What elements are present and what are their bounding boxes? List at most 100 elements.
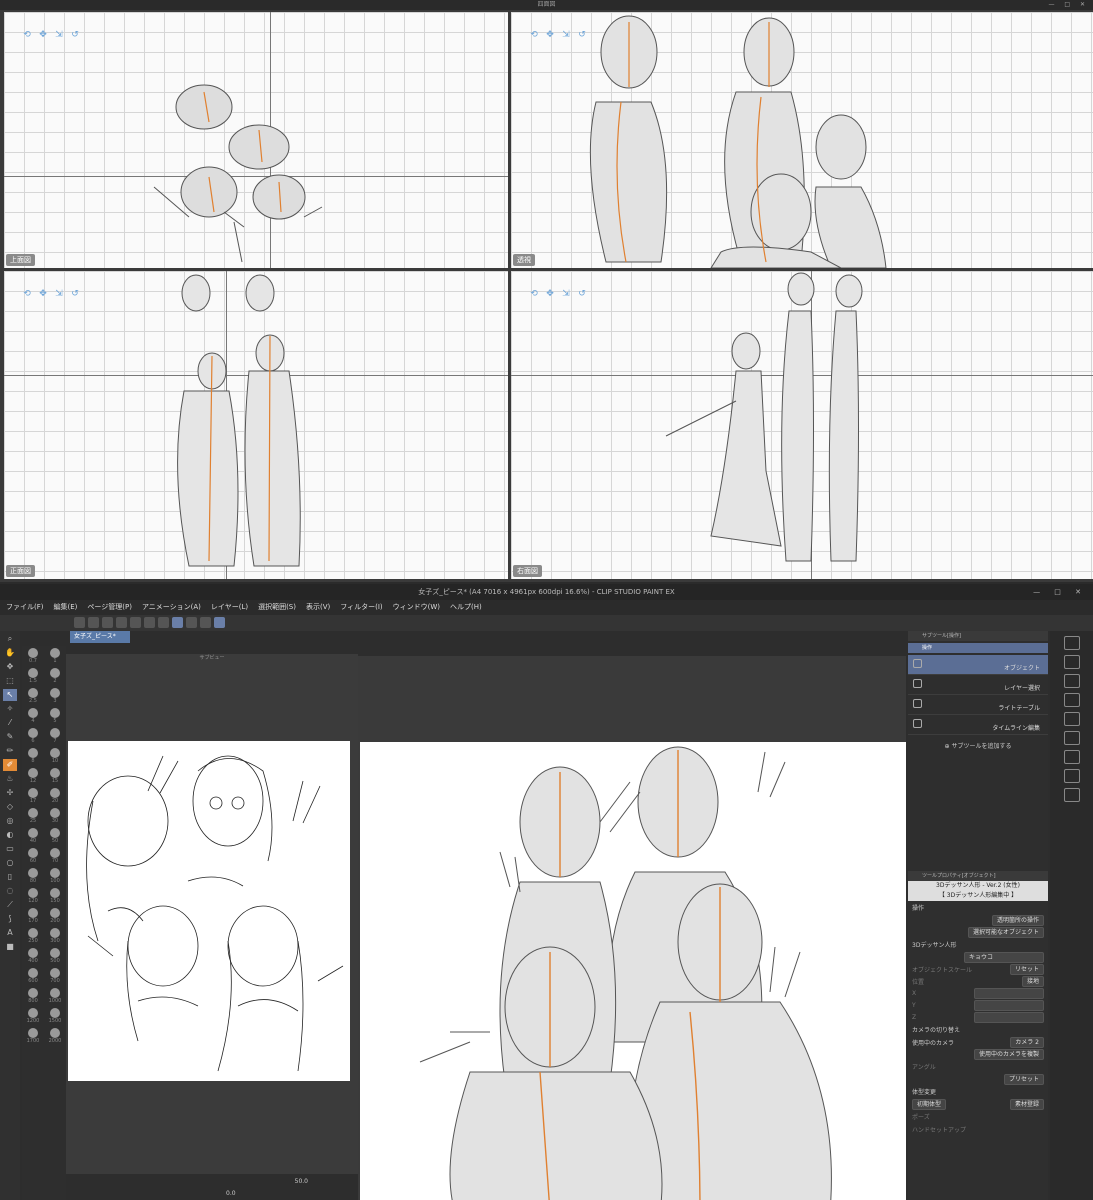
zoom-tool-icon[interactable]: ⌕	[3, 633, 17, 645]
camera-icon[interactable]	[1063, 636, 1080, 650]
brush-size-swatch[interactable]: 1700	[24, 1027, 42, 1045]
canvas-paper[interactable]	[360, 742, 906, 1200]
wand-tool-icon[interactable]: ✧	[3, 703, 17, 715]
airbrush-tool-icon[interactable]: ♨	[3, 773, 17, 785]
subtool-light-table[interactable]: ライトテーブル	[908, 695, 1048, 715]
pencil-tool-icon[interactable]: ✏	[3, 745, 17, 757]
main-canvas[interactable]	[358, 656, 906, 1200]
clear-icon[interactable]	[158, 617, 169, 628]
brush-size-swatch[interactable]: 70	[46, 847, 64, 865]
brush-size-swatch[interactable]: 300	[46, 927, 64, 945]
hand-tool-icon[interactable]: ✋	[3, 647, 17, 659]
menu-help[interactable]: ヘルプ(H)	[450, 600, 482, 615]
brush-size-swatch[interactable]: 12	[24, 767, 42, 785]
menu-layer[interactable]: レイヤー(L)	[211, 600, 248, 615]
gradient-tool-icon[interactable]: ▭	[3, 843, 17, 855]
brush-size-swatch[interactable]: 1	[46, 647, 64, 665]
brush-size-swatch[interactable]: 30	[46, 807, 64, 825]
viewport-perspective[interactable]: ⟲ ✥ ⇲ ↺ 透視	[511, 12, 1093, 268]
brush-size-swatch[interactable]: 10	[46, 747, 64, 765]
blend-tool-icon[interactable]: ◎	[3, 815, 17, 827]
brush-size-swatch[interactable]: 8	[24, 747, 42, 765]
brush-size-swatch[interactable]: 150	[46, 887, 64, 905]
folder-icon[interactable]	[1063, 750, 1080, 764]
operation-tool-icon[interactable]: ↖	[3, 689, 17, 701]
new-icon[interactable]	[88, 617, 99, 628]
layer-icon[interactable]	[1063, 674, 1080, 688]
brush-size-swatch[interactable]: 60	[24, 847, 42, 865]
menu-filter[interactable]: フィルター(I)	[340, 600, 382, 615]
subtool-layer-select[interactable]: レイヤー選択	[908, 675, 1048, 695]
z-field[interactable]	[974, 1011, 1044, 1023]
menu-selection[interactable]: 選択範囲(S)	[258, 600, 296, 615]
menu-window[interactable]: ウィンドウ(W)	[393, 600, 440, 615]
brush-size-swatch[interactable]: 1.5	[24, 667, 42, 685]
character-select[interactable]: キョウコ	[964, 951, 1044, 963]
brush-size-swatch[interactable]: 500	[46, 947, 64, 965]
fill-tool-icon[interactable]: ◐	[3, 829, 17, 841]
brush-size-swatch[interactable]: 2	[46, 667, 64, 685]
snap-icon[interactable]	[186, 617, 197, 628]
subtool-timeline-edit[interactable]: タイムライン編集	[908, 715, 1048, 735]
add-subtool-button[interactable]: ⊕ サブツールを追加する	[908, 735, 1048, 750]
brush-size-swatch[interactable]: 1500	[46, 1007, 64, 1025]
brush-size-swatch[interactable]: 40	[24, 827, 42, 845]
redo-icon[interactable]	[144, 617, 155, 628]
document-tab[interactable]: 女子ズ_ピース*	[70, 631, 130, 643]
menu-file[interactable]: ファイル(F)	[6, 600, 44, 615]
brush-size-swatch[interactable]: 4	[24, 707, 42, 725]
move-tool-icon[interactable]: ✥	[3, 661, 17, 673]
duplicate-camera-button[interactable]: 使用中のカメラを複製	[973, 1048, 1044, 1060]
zoom-value[interactable]: 50.0	[295, 1178, 308, 1185]
color-swatch-icon[interactable]: ■	[3, 941, 17, 953]
brush-size-swatch[interactable]: 800	[24, 987, 42, 1005]
decoration-tool-icon[interactable]: ✢	[3, 787, 17, 799]
brush-size-swatch[interactable]: 15	[46, 767, 64, 785]
brush-size-swatch[interactable]: 1000	[46, 987, 64, 1005]
delete-icon[interactable]	[1063, 655, 1080, 669]
selectable-object-dropdown[interactable]: 選択可能なオブジェクト	[967, 926, 1044, 938]
brush-size-swatch[interactable]: 2000	[46, 1027, 64, 1045]
line-tool-icon[interactable]: ⟋	[3, 899, 17, 911]
balloon-tool-icon[interactable]: ◌	[3, 885, 17, 897]
correct-line-tool-icon[interactable]: ⟆	[3, 913, 17, 925]
screenshot-icon[interactable]	[1063, 788, 1080, 802]
menu-edit[interactable]: 編集(E)	[54, 600, 78, 615]
rotation-value[interactable]: 0.0	[226, 1190, 236, 1197]
viewport-front[interactable]: ⟲ ✥ ⇲ ↺ 正面図	[4, 271, 508, 579]
history-icon[interactable]	[1063, 731, 1080, 745]
brush-size-swatch[interactable]: 1200	[24, 1007, 42, 1025]
brush-size-swatch[interactable]: 0.7	[24, 647, 42, 665]
brush-size-swatch[interactable]: 2.5	[24, 687, 42, 705]
brush-size-swatch[interactable]: 250	[24, 927, 42, 945]
text-tool-icon[interactable]: A	[3, 927, 17, 939]
brush-size-swatch[interactable]: 170	[24, 907, 42, 925]
image-icon[interactable]	[1063, 769, 1080, 783]
pen-tool-icon[interactable]: ✎	[3, 731, 17, 743]
brush-size-swatch[interactable]: 600	[24, 967, 42, 985]
brush-size-swatch[interactable]: 5	[46, 707, 64, 725]
material-icon[interactable]	[1063, 693, 1080, 707]
brush-size-swatch[interactable]: 100	[46, 867, 64, 885]
preset-button[interactable]: プリセット	[1003, 1073, 1044, 1085]
menu-view[interactable]: 表示(V)	[306, 600, 330, 615]
x-field[interactable]	[974, 987, 1044, 999]
open-icon[interactable]	[102, 617, 113, 628]
menu-icon[interactable]	[74, 617, 85, 628]
brush-size-swatch[interactable]: 20	[46, 787, 64, 805]
viewport-top[interactable]: ⟲ ✥ ⇲ ↺ 上面図	[4, 12, 508, 268]
transform-icon[interactable]	[172, 617, 183, 628]
ruler-snap-icon[interactable]	[200, 617, 211, 628]
select-tool-icon[interactable]: ⬚	[3, 675, 17, 687]
figure-tool-icon[interactable]: ○	[3, 857, 17, 869]
navigator-icon[interactable]	[1063, 712, 1080, 726]
brush-size-swatch[interactable]: 25	[24, 807, 42, 825]
viewport-right[interactable]: ⟲ ✥ ⇲ ↺ 右面図	[511, 271, 1093, 579]
brush-size-swatch[interactable]: 200	[46, 907, 64, 925]
ground-button[interactable]: 接地	[1021, 975, 1044, 987]
eraser-tool-icon[interactable]: ◇	[3, 801, 17, 813]
save-icon[interactable]	[116, 617, 127, 628]
subtool-group[interactable]: 操作	[908, 643, 1048, 653]
brush-size-swatch[interactable]: 80	[24, 867, 42, 885]
brush-size-swatch[interactable]: 17	[24, 787, 42, 805]
